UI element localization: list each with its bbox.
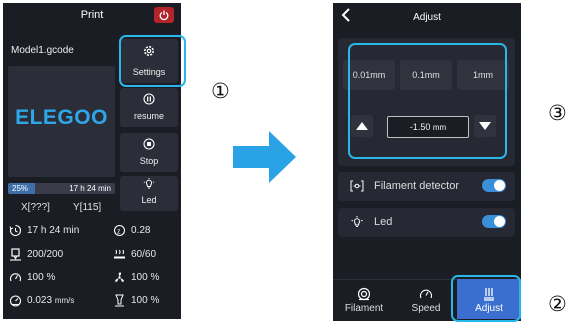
nozzle-icon <box>10 248 21 261</box>
stop-icon <box>143 138 155 150</box>
speedometer-icon <box>9 273 22 282</box>
flow-rate-value: 100 % <box>131 295 160 306</box>
flow-rate-stat: 100 % <box>113 294 179 308</box>
filament-spool-icon <box>357 287 371 301</box>
resume-button[interactable]: resume <box>120 88 178 127</box>
tab-speed[interactable]: Speed <box>395 279 457 319</box>
adjust-tab-highlight <box>451 275 521 322</box>
annotation-two: ② <box>548 292 567 316</box>
filament-detector-toggle[interactable] <box>482 179 506 192</box>
filament-detector-row: Filament detector <box>338 172 515 201</box>
stop-label: Stop <box>139 156 159 166</box>
layer-height-value: 0.28 <box>131 225 151 236</box>
elegoo-logo: ELEGOO <box>15 106 108 129</box>
fan-stat: 100 % <box>113 271 179 285</box>
speedometer-icon <box>419 289 433 299</box>
nozzle-temp-stat: 200/200 <box>9 248 109 262</box>
bed-temp-stat: 60/60 <box>113 248 179 262</box>
led-button[interactable]: Led <box>120 176 178 211</box>
speed-value: 100 % <box>27 272 56 283</box>
print-time-value: 17 h 24 min <box>27 225 80 236</box>
flow-speed-unit: mm/s <box>54 296 75 305</box>
power-icon <box>159 10 169 21</box>
bed-temp-value: 60/60 <box>131 249 157 260</box>
tab-filament[interactable]: Filament <box>333 279 395 319</box>
remaining-time: 17 h 24 min <box>69 184 111 193</box>
stop-button[interactable]: Stop <box>120 133 178 172</box>
led-label: Led <box>141 195 157 205</box>
progress-percent: 25% <box>12 184 29 193</box>
pause-icon <box>143 93 155 105</box>
print-progress-bar: 25% 17 h 24 min <box>8 183 115 194</box>
led-label: Led <box>374 216 393 228</box>
flow-speed-stat: 0.023 mm/s <box>9 294 109 308</box>
screen-title: Adjust <box>413 12 441 23</box>
svg-text:z: z <box>117 228 121 235</box>
speed-stat: 100 % <box>9 271 109 285</box>
filament-sensor-icon <box>350 180 364 192</box>
fan-value: 100 % <box>131 272 160 283</box>
fan-icon <box>115 272 124 282</box>
led-toggle[interactable] <box>482 215 506 228</box>
flow-speed-number: 0.023 <box>27 295 53 306</box>
layer-height-stat: z 0.28 <box>113 224 179 238</box>
annotation-one: ① <box>211 79 230 103</box>
nozzle-temp-value: 200/200 <box>27 249 64 260</box>
layer-icon: z <box>113 224 126 237</box>
filament-detector-label: Filament detector <box>374 180 459 192</box>
toggle-knob <box>494 216 505 227</box>
resume-label: resume <box>133 111 164 121</box>
z-offset-highlight <box>348 43 507 159</box>
tab-filament-label: Filament <box>344 303 384 314</box>
flow-speed-value: 0.023 mm/s <box>27 295 74 306</box>
bulb-icon <box>351 216 363 227</box>
flow-icon <box>115 294 124 307</box>
clock-icon <box>9 224 22 237</box>
bulb-icon <box>143 178 155 189</box>
toggle-knob <box>494 180 505 191</box>
file-name: Model1.gcode <box>11 45 74 56</box>
heatbed-icon <box>114 249 125 259</box>
settings-highlight <box>119 35 186 87</box>
tab-speed-label: Speed <box>411 303 441 314</box>
annotation-three: ③ <box>548 101 567 125</box>
y-coordinate: Y[115] <box>73 202 102 213</box>
gauge-icon <box>9 295 22 307</box>
led-row: Led <box>338 208 515 237</box>
right-arrow-icon <box>233 131 296 183</box>
power-button[interactable] <box>154 7 174 23</box>
x-coordinate: X[???] <box>21 202 50 213</box>
print-time-stat: 17 h 24 min <box>9 224 109 238</box>
